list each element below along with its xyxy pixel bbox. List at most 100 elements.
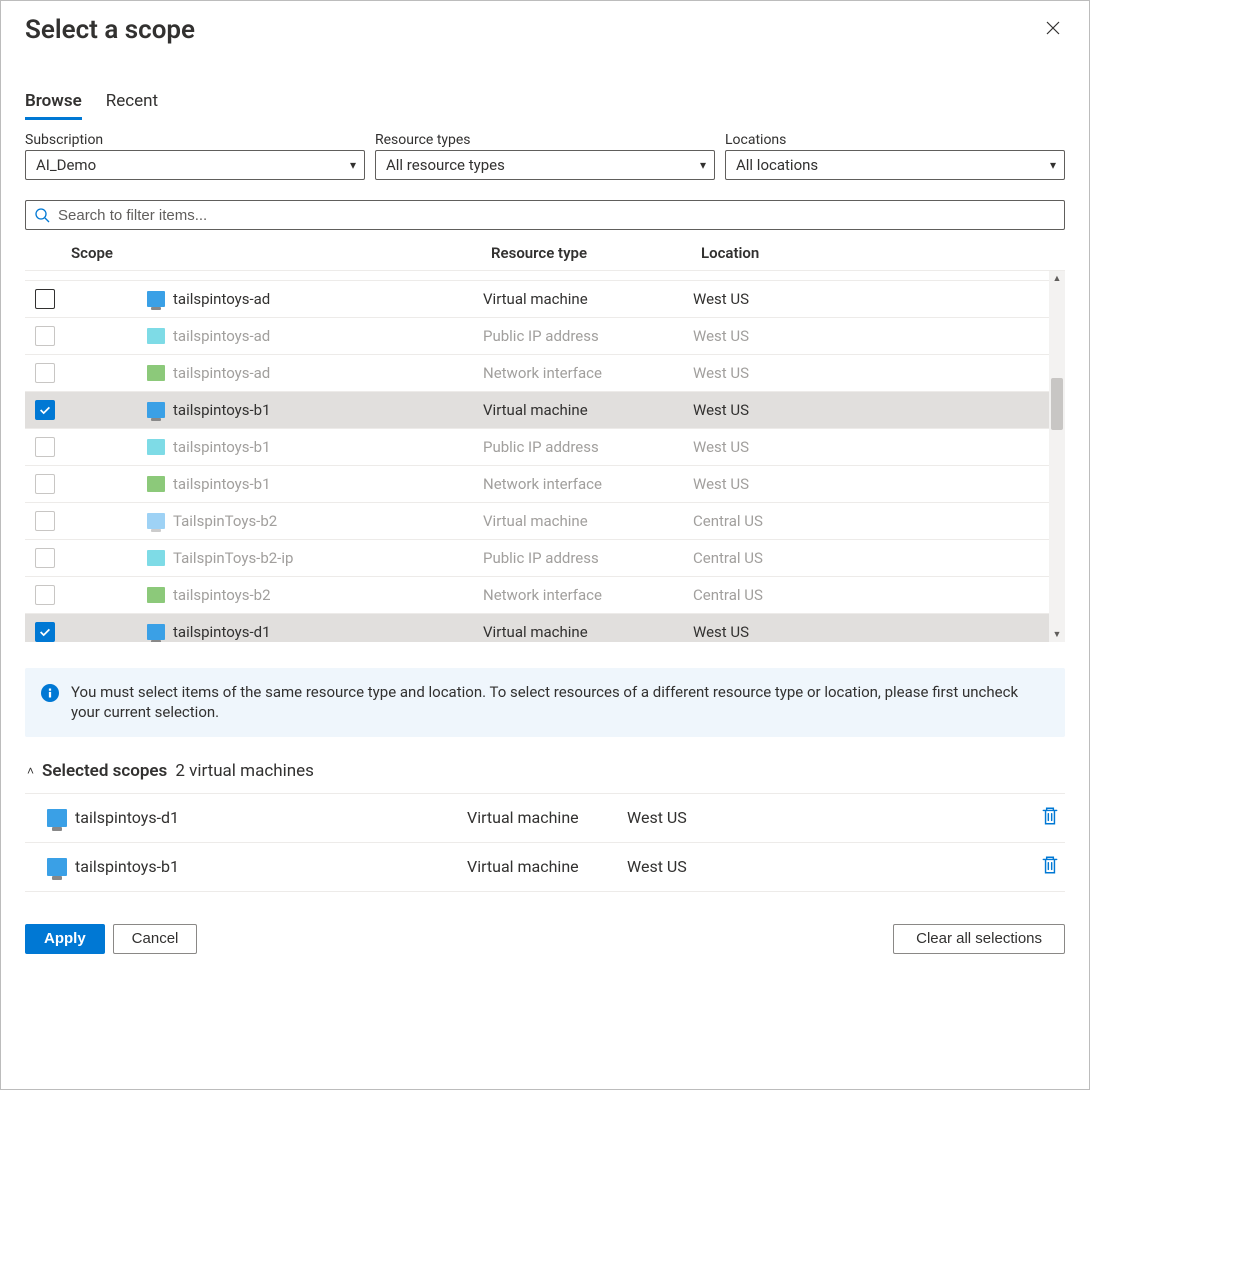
scroll-down-icon[interactable]: ▼: [1053, 627, 1062, 642]
resource-list: tailspintoysApp Service planWest UStails…: [25, 271, 1065, 642]
tab-browse[interactable]: Browse: [25, 91, 82, 120]
locations-dropdown[interactable]: All locations ▾: [725, 150, 1065, 180]
selected-heading: Selected scopes: [42, 761, 167, 781]
selected-row: tailspintoys-d1Virtual machineWest US: [25, 793, 1065, 843]
vm-resource-icon: [147, 402, 165, 418]
delete-icon[interactable]: [1041, 855, 1065, 879]
resource-type: Network interface: [483, 475, 693, 493]
row-checkbox: [35, 437, 55, 457]
resource-name: tailspintoys-b1: [173, 475, 483, 493]
resource-location: West US: [693, 327, 853, 345]
scrollbar-thumb[interactable]: [1051, 378, 1063, 430]
subscription-label: Subscription: [25, 132, 365, 148]
cancel-button[interactable]: Cancel: [113, 924, 198, 954]
resource-type: Network interface: [483, 364, 693, 382]
resource-name: tailspintoys-b1: [173, 438, 483, 456]
resource-name: TailspinToys-b2: [173, 512, 483, 530]
table-row: tailspintoys-adNetwork interfaceWest US: [25, 355, 1049, 392]
scroll-up-icon[interactable]: ▲: [1053, 271, 1062, 286]
resource-location: West US: [693, 364, 853, 382]
search-input[interactable]: [50, 207, 1056, 224]
table-row[interactable]: tailspintoys-d1Virtual machineWest US: [25, 614, 1049, 642]
column-type: Resource type: [491, 244, 701, 262]
selected-type: Virtual machine: [467, 857, 627, 876]
subscription-dropdown[interactable]: AI_Demo ▾: [25, 150, 365, 180]
selected-row: tailspintoys-b1Virtual machineWest US: [25, 843, 1065, 892]
chevron-down-icon: ▾: [700, 158, 706, 172]
resource-location: Central US: [693, 512, 853, 530]
resource-type: Network interface: [483, 586, 693, 604]
row-checkbox: [35, 474, 55, 494]
column-location: Location: [701, 244, 861, 262]
scrollbar[interactable]: ▲ ▼: [1049, 271, 1065, 642]
resource-name: tailspintoys-d1: [173, 623, 483, 641]
close-icon[interactable]: [1041, 16, 1065, 45]
locations-value: All locations: [736, 156, 818, 174]
search-box[interactable]: [25, 200, 1065, 230]
ip-resource-icon: [147, 328, 165, 344]
selected-name: tailspintoys-d1: [75, 808, 179, 827]
column-headers: Scope Resource type Location: [25, 236, 1065, 270]
tab-strip: Browse Recent: [25, 91, 1065, 120]
resource-name: tailspintoys-b1: [173, 401, 483, 419]
vm-resource-icon: [147, 291, 165, 307]
nic-resource-icon: [147, 587, 165, 603]
table-row: TailspinToys-b2Virtual machineCentral US: [25, 503, 1049, 540]
resource-types-label: Resource types: [375, 132, 715, 148]
row-checkbox[interactable]: [35, 400, 55, 420]
vm-resource-icon: [147, 513, 165, 529]
info-banner: You must select items of the same resour…: [25, 668, 1065, 737]
row-checkbox: [35, 548, 55, 568]
column-scope: Scope: [71, 244, 491, 262]
tab-recent[interactable]: Recent: [106, 91, 158, 120]
row-checkbox[interactable]: [35, 622, 55, 642]
row-checkbox: [35, 511, 55, 531]
vm-resource-icon: [47, 858, 67, 876]
resource-location: West US: [693, 475, 853, 493]
info-icon: [41, 684, 59, 702]
delete-icon[interactable]: [1041, 806, 1065, 830]
resource-type: Virtual machine: [483, 512, 693, 530]
locations-label: Locations: [725, 132, 1065, 148]
table-row: tailspintoys-adPublic IP addressWest US: [25, 318, 1049, 355]
resource-location: West US: [693, 290, 853, 308]
selected-list: tailspintoys-d1Virtual machineWest UStai…: [25, 793, 1065, 892]
selected-scopes-toggle[interactable]: ˄ Selected scopes 2 virtual machines: [25, 761, 1065, 781]
nic-resource-icon: [147, 476, 165, 492]
resource-location: West US: [693, 623, 853, 641]
table-row[interactable]: tailspintoys-adVirtual machineWest US: [25, 281, 1049, 318]
resource-type: Public IP address: [483, 327, 693, 345]
resource-types-dropdown[interactable]: All resource types ▾: [375, 150, 715, 180]
table-row: tailspintoys-b1Network interfaceWest US: [25, 466, 1049, 503]
selected-type: Virtual machine: [467, 808, 627, 827]
search-icon: [34, 207, 50, 223]
resource-location: West US: [693, 438, 853, 456]
select-scope-dialog: Select a scope Browse Recent Subscription…: [0, 0, 1090, 1090]
table-row[interactable]: tailspintoys-b1Virtual machineWest US: [25, 392, 1049, 429]
table-row: tailspintoysApp Service planWest US: [25, 271, 1049, 281]
nic-resource-icon: [147, 365, 165, 381]
row-checkbox: [35, 326, 55, 346]
chevron-down-icon: ▾: [350, 158, 356, 172]
selected-location: West US: [627, 857, 1041, 876]
resource-name: tailspintoys-ad: [173, 327, 483, 345]
resource-name: tailspintoys-b2: [173, 586, 483, 604]
row-checkbox: [35, 363, 55, 383]
apply-button[interactable]: Apply: [25, 924, 105, 954]
table-row: tailspintoys-b2Network interfaceCentral …: [25, 577, 1049, 614]
resource-type: Virtual machine: [483, 623, 693, 641]
resource-name: TailspinToys-b2-ip: [173, 549, 483, 567]
resource-name: tailspintoys-ad: [173, 290, 483, 308]
dialog-title: Select a scope: [25, 15, 195, 45]
clear-all-button[interactable]: Clear all selections: [893, 924, 1065, 954]
resource-type: Virtual machine: [483, 290, 693, 308]
resource-type: Public IP address: [483, 549, 693, 567]
resource-type: Virtual machine: [483, 401, 693, 419]
resource-types-value: All resource types: [386, 156, 505, 174]
resource-type: Public IP address: [483, 438, 693, 456]
ip-resource-icon: [147, 550, 165, 566]
row-checkbox[interactable]: [35, 289, 55, 309]
info-text: You must select items of the same resour…: [71, 682, 1049, 723]
selected-summary: 2 virtual machines: [175, 761, 314, 781]
row-checkbox: [35, 585, 55, 605]
